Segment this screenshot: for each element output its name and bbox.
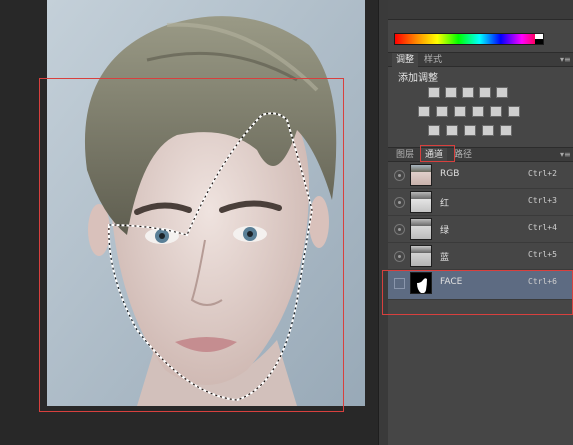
panel-menu-icon[interactable]: ▾≡ — [560, 54, 571, 65]
vibrance-icon[interactable] — [496, 87, 508, 98]
channel-shortcut: Ctrl+5 — [528, 250, 557, 259]
tab-layers[interactable]: 图层 — [392, 148, 418, 162]
color-balance-icon[interactable] — [436, 106, 448, 117]
invert-icon[interactable] — [428, 125, 440, 136]
panel-divider-scrollbar[interactable] — [378, 0, 388, 445]
channel-shortcut: Ctrl+4 — [528, 223, 557, 232]
channel-name: 蓝 — [440, 253, 450, 263]
curves-icon[interactable] — [462, 87, 474, 98]
levels-icon[interactable] — [445, 87, 457, 98]
document-canvas[interactable] — [0, 0, 378, 445]
channel-row-green[interactable]: 绿 Ctrl+4 — [388, 216, 573, 243]
eye-icon[interactable] — [394, 224, 405, 235]
tab-styles[interactable]: 样式 — [420, 53, 446, 67]
eye-icon[interactable] — [394, 170, 405, 181]
eye-icon[interactable] — [394, 251, 405, 262]
channel-thumbnail-blue — [410, 245, 432, 267]
brightness-icon[interactable] — [428, 87, 440, 98]
color-spectrum-bar[interactable] — [394, 33, 544, 45]
channel-row-red[interactable]: 红 Ctrl+3 — [388, 189, 573, 216]
posterize-icon[interactable] — [446, 125, 458, 136]
annotation-highlight-channels-tab — [420, 145, 455, 162]
annotation-highlight-canvas — [39, 78, 344, 412]
channel-name: RGB — [440, 169, 460, 179]
channel-name: 红 — [440, 199, 450, 209]
photo-filter-icon[interactable] — [472, 106, 484, 117]
selective-color-icon[interactable] — [482, 125, 494, 136]
channel-shortcut: Ctrl+2 — [528, 169, 557, 178]
channel-shortcut: Ctrl+3 — [528, 196, 557, 205]
add-adjustment-label: 添加调整 — [398, 73, 438, 84]
channel-thumbnail-rgb — [410, 164, 432, 186]
layers-tab-row: 图层 通道 路径 ▾≡ — [388, 147, 573, 162]
eye-icon[interactable] — [394, 197, 405, 208]
channel-mixer-icon[interactable] — [490, 106, 502, 117]
black-white-icon[interactable] — [454, 106, 466, 117]
threshold-icon[interactable] — [464, 125, 476, 136]
hue-saturation-icon[interactable] — [418, 106, 430, 117]
color-lookup-icon[interactable] — [508, 106, 520, 117]
channel-thumbnail-green — [410, 218, 432, 240]
adjustments-tab-row: 调整 样式 ▾≡ — [388, 52, 573, 67]
gradient-map-icon[interactable] — [500, 125, 512, 136]
panel-collapse-bar[interactable] — [388, 0, 573, 20]
annotation-highlight-face-channel — [382, 270, 573, 315]
channel-thumbnail-red — [410, 191, 432, 213]
right-panel: 调整 样式 ▾≡ 添加调整 图层 通道 路径 ▾≡ RGB Ctrl+2 红 C… — [388, 0, 573, 445]
channels-menu-icon[interactable]: ▾≡ — [560, 149, 571, 160]
black-white-swatch[interactable] — [535, 34, 543, 44]
exposure-icon[interactable] — [479, 87, 491, 98]
channel-row-blue[interactable]: 蓝 Ctrl+5 — [388, 243, 573, 270]
channel-row-rgb[interactable]: RGB Ctrl+2 — [388, 162, 573, 189]
channel-name: 绿 — [440, 226, 450, 236]
tab-adjustments[interactable]: 调整 — [392, 53, 419, 67]
